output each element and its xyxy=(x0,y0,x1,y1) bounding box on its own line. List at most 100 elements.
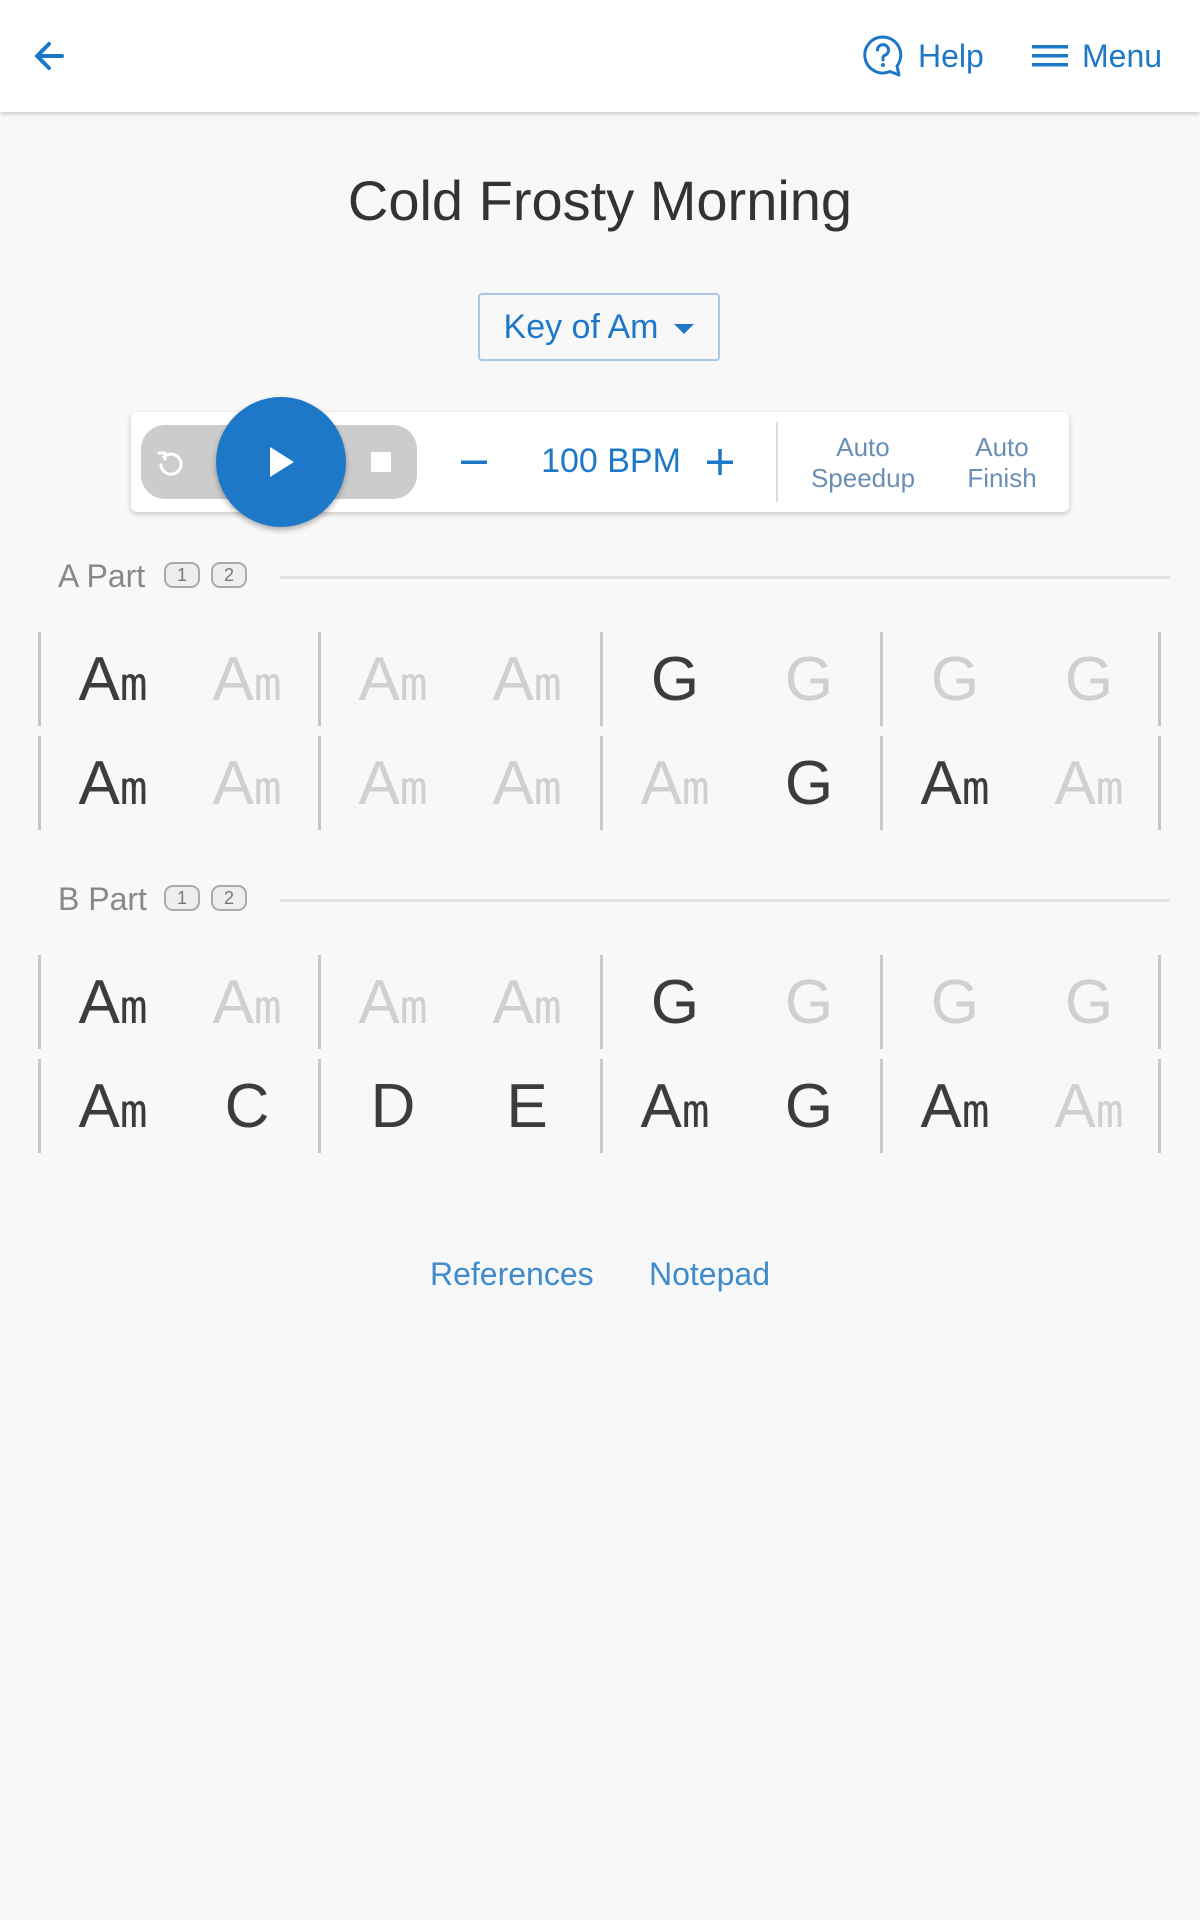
chord[interactable]: G xyxy=(608,963,742,1043)
chord[interactable]: G xyxy=(608,640,742,720)
help-button[interactable]: Help xyxy=(862,32,984,80)
auto-finish-label-line2: Finish xyxy=(967,463,1037,493)
chord-root: G xyxy=(784,749,834,818)
hamburger-icon xyxy=(1032,45,1068,67)
chord-root: E xyxy=(506,1072,548,1141)
chord-root: C xyxy=(224,1072,270,1141)
chord-root: A xyxy=(78,645,120,714)
barline xyxy=(318,632,321,726)
part-divider-line xyxy=(280,576,1170,579)
restart-button[interactable] xyxy=(155,448,187,480)
key-dropdown[interactable]: Key of Am xyxy=(478,293,720,361)
chord[interactable]: G xyxy=(742,640,876,720)
chord-root: A xyxy=(78,968,120,1037)
auto-finish-toggle[interactable]: Auto Finish xyxy=(942,432,1062,494)
chord-row: Am Am Am Am G G G G xyxy=(38,955,1162,1049)
barline xyxy=(318,955,321,1049)
play-button[interactable] xyxy=(216,397,346,527)
chord[interactable]: G xyxy=(1022,640,1156,720)
part-header: A Part 1 2 xyxy=(58,556,1170,596)
playback-controls: 100 BPM Auto Speedup Auto Finish xyxy=(131,397,1069,527)
references-link[interactable]: References xyxy=(430,1256,594,1293)
increase-tempo-button[interactable] xyxy=(697,439,743,485)
repeat-badge[interactable]: 2 xyxy=(211,885,247,911)
chord-quality: m xyxy=(533,761,562,815)
chord-quality: m xyxy=(1095,761,1124,815)
chord[interactable]: G xyxy=(742,744,876,824)
repeat-badge[interactable]: 2 xyxy=(211,562,247,588)
chord[interactable]: Am xyxy=(460,640,594,720)
chord-root: A xyxy=(212,645,254,714)
barline xyxy=(880,736,883,830)
top-bar: Help Menu xyxy=(0,0,1200,112)
barline xyxy=(1158,736,1161,830)
chord[interactable]: Am xyxy=(608,1067,742,1147)
stop-icon xyxy=(371,452,391,472)
back-button[interactable] xyxy=(30,36,70,76)
chord[interactable]: C xyxy=(180,1067,314,1147)
chord[interactable]: Am xyxy=(46,963,180,1043)
chord[interactable]: Am xyxy=(888,1067,1022,1147)
auto-speedup-toggle[interactable]: Auto Speedup xyxy=(803,432,923,494)
chord[interactable]: D xyxy=(326,1067,460,1147)
chord-root: G xyxy=(650,968,700,1037)
chord[interactable]: Am xyxy=(46,744,180,824)
chord-root: A xyxy=(358,968,400,1037)
auto-speedup-label-line1: Auto xyxy=(836,432,890,462)
repeat-badge[interactable]: 1 xyxy=(164,562,200,588)
chord[interactable]: G xyxy=(888,963,1022,1043)
chord[interactable]: Am xyxy=(180,744,314,824)
chord-root: G xyxy=(930,968,980,1037)
part-divider-line xyxy=(280,899,1170,902)
chord[interactable]: G xyxy=(888,640,1022,720)
chord[interactable]: Am xyxy=(46,640,180,720)
minus-icon xyxy=(461,460,487,464)
controls-divider xyxy=(776,422,778,502)
arrow-left-icon xyxy=(35,42,64,70)
chord[interactable]: Am xyxy=(180,963,314,1043)
barline xyxy=(880,955,883,1049)
barline xyxy=(38,632,41,726)
chord[interactable]: Am xyxy=(326,640,460,720)
decrease-tempo-button[interactable] xyxy=(451,439,497,485)
chord[interactable]: Am xyxy=(460,963,594,1043)
chord[interactable]: G xyxy=(1022,963,1156,1043)
barline xyxy=(600,736,603,830)
chord-root: G xyxy=(930,645,980,714)
chord[interactable]: Am xyxy=(460,744,594,824)
chord-quality: m xyxy=(253,980,282,1034)
chord[interactable]: Am xyxy=(608,744,742,824)
chord-root: G xyxy=(784,645,834,714)
stop-button[interactable] xyxy=(369,450,393,474)
chord[interactable]: Am xyxy=(46,1067,180,1147)
chord-root: A xyxy=(358,645,400,714)
plus-icon xyxy=(707,449,733,475)
repeat-badge[interactable]: 1 xyxy=(164,885,200,911)
chord-root: A xyxy=(920,749,962,818)
barline xyxy=(880,1059,883,1153)
chord[interactable]: Am xyxy=(1022,744,1156,824)
chord-root: A xyxy=(1054,749,1096,818)
chord[interactable]: Am xyxy=(180,640,314,720)
menu-button[interactable]: Menu xyxy=(1032,32,1162,80)
chord-root: A xyxy=(920,1072,962,1141)
chord[interactable]: G xyxy=(742,963,876,1043)
barline xyxy=(318,1059,321,1153)
chord[interactable]: Am xyxy=(326,963,460,1043)
chord-root: A xyxy=(78,1072,120,1141)
chord-root: D xyxy=(370,1072,416,1141)
chord-quality: m xyxy=(119,980,148,1034)
chord[interactable]: Am xyxy=(326,744,460,824)
question-bubble-icon xyxy=(863,35,903,77)
barline xyxy=(1158,955,1161,1049)
chord-row: Am Am Am Am Am G Am Am xyxy=(38,736,1162,830)
chord-root: G xyxy=(1064,645,1114,714)
chord[interactable]: Am xyxy=(1022,1067,1156,1147)
chord[interactable]: Am xyxy=(888,744,1022,824)
chord[interactable]: E xyxy=(460,1067,594,1147)
chord[interactable]: G xyxy=(742,1067,876,1147)
chord-root: G xyxy=(1064,968,1114,1037)
chord-root: A xyxy=(640,749,682,818)
barline xyxy=(38,955,41,1049)
notepad-link[interactable]: Notepad xyxy=(649,1256,770,1293)
